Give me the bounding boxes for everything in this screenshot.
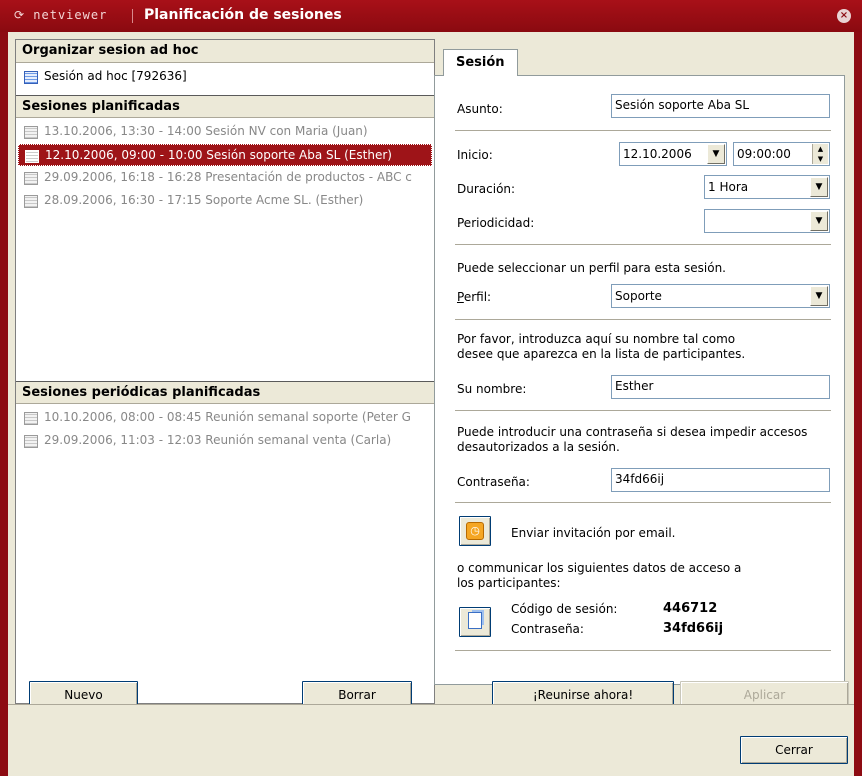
name-label: Su nombre: <box>457 382 527 396</box>
start-date-value: 12.10.2006 <box>623 147 692 161</box>
start-time-spinner[interactable]: 09:00:00 ▲ ▼ <box>733 142 830 166</box>
profile-label-rest: erfil: <box>463 290 492 304</box>
divider <box>455 244 831 245</box>
calendar-icon <box>24 412 38 425</box>
chevron-down-icon[interactable]: ▼ <box>810 211 828 231</box>
planned-session-label: 28.09.2006, 16:30 - 17:15 Soporte Acme S… <box>44 193 364 207</box>
password-hint-line1: Puede introducir una contraseña si desea… <box>457 425 808 439</box>
close-button[interactable]: Cerrar <box>740 736 848 764</box>
communicate-line2: los participantes: <box>457 576 561 590</box>
adhoc-session-item[interactable]: Sesión ad hoc [792636] <box>18 66 432 88</box>
profile-value: Soporte <box>615 289 662 303</box>
window-title: Planificación de sesiones <box>144 7 342 23</box>
duration-select[interactable]: 1 Hora ▼ <box>704 175 830 199</box>
profile-label: Perfil: <box>457 290 491 304</box>
calendar-icon <box>24 435 38 448</box>
planned-header: Sesiones planificadas <box>16 95 434 118</box>
duration-value: 1 Hora <box>708 180 749 194</box>
session-code-value: 446712 <box>663 601 718 616</box>
profile-label-mnemonic: P <box>457 290 464 304</box>
periodic-session-item[interactable]: 10.10.2006, 08:00 - 08:45 Reunión semana… <box>18 407 432 429</box>
periodic-session-label: 10.10.2006, 08:00 - 08:45 Reunión semana… <box>44 410 411 424</box>
name-field[interactable]: Esther <box>611 375 830 399</box>
adhoc-header: Organizar sesion ad hoc <box>16 40 434 63</box>
profile-select[interactable]: Soporte ▼ <box>611 284 830 308</box>
subject-field[interactable]: Sesión soporte Aba SL <box>611 94 830 118</box>
name-hint-line2: desee que aparezca en la lista de partic… <box>457 347 746 361</box>
copy-access-data-button[interactable] <box>459 607 491 637</box>
title-bar[interactable]: ⟳ netviewer Planificación de sesiones × <box>0 0 862 32</box>
calendar-icon <box>24 126 38 139</box>
divider <box>455 130 831 131</box>
chevron-down-icon[interactable]: ▼ <box>810 177 828 197</box>
planned-session-item[interactable]: 13.10.2006, 13:30 - 14:00 Sesión NV con … <box>18 121 432 143</box>
email-invite-label: Enviar invitación por email. <box>511 526 676 540</box>
tab-session[interactable]: Sesión <box>443 49 518 76</box>
periodic-session-item[interactable]: 29.09.2006, 11:03 - 12:03 Reunión semana… <box>18 430 432 452</box>
footer-bar <box>8 705 854 776</box>
planned-session-label: 29.09.2006, 16:18 - 16:28 Presentación d… <box>44 170 412 184</box>
periodic-session-label: 29.09.2006, 11:03 - 12:03 Reunión semana… <box>44 433 392 447</box>
chevron-down-icon[interactable]: ▼ <box>707 144 725 164</box>
profile-hint: Puede seleccionar un perfil para esta se… <box>457 261 726 275</box>
periodic-header: Sesiones periódicas planificadas <box>16 381 434 404</box>
sessions-panel: Organizar sesion ad hoc Sesión ad hoc [7… <box>15 39 435 704</box>
communicate-line1: o communicar los siguientes datos de acc… <box>457 561 742 575</box>
divider <box>455 410 831 411</box>
adhoc-session-label: Sesión ad hoc [792636] <box>44 69 187 83</box>
chevron-down-icon[interactable]: ▼ <box>810 286 828 306</box>
session-code-label: Código de sesión: <box>511 602 618 616</box>
start-label: Inicio: <box>457 148 493 162</box>
spin-up-icon[interactable]: ▲ <box>812 144 828 154</box>
planned-session-label: 13.10.2006, 13:30 - 14:00 Sesión NV con … <box>44 124 368 138</box>
session-password-value: 34fd66ij <box>663 621 724 636</box>
dialog-window: ⟳ netviewer Planificación de sesiones × … <box>0 0 862 776</box>
start-time-value: 09:00:00 <box>737 147 791 161</box>
calendar-icon <box>24 195 38 208</box>
copy-icon <box>468 612 482 629</box>
netviewer-logo: ⟳ netviewer <box>14 8 108 22</box>
planned-session-item-selected[interactable]: 12.10.2006, 09:00 - 10:00 Sesión soporte… <box>18 144 432 166</box>
recurrence-label: Periodicidad: <box>457 216 535 230</box>
calendar-icon <box>24 71 38 84</box>
start-date-picker[interactable]: 12.10.2006 ▼ <box>619 142 727 166</box>
spin-down-icon[interactable]: ▼ <box>812 154 828 164</box>
name-hint-line1: Por favor, introduzca aquí su nombre tal… <box>457 332 736 346</box>
clock-icon: ◷ <box>466 522 484 540</box>
planned-session-item[interactable]: 29.09.2006, 16:18 - 16:28 Presentación d… <box>18 167 432 189</box>
calendar-icon <box>24 172 38 185</box>
session-password-label: Contraseña: <box>511 622 584 636</box>
password-label: Contraseña: <box>457 475 530 489</box>
planned-session-label: 12.10.2006, 09:00 - 10:00 Sesión soporte… <box>45 148 392 162</box>
divider <box>455 319 831 320</box>
divider <box>455 650 831 651</box>
password-hint-line2: desautorizados a la sesión. <box>457 440 620 454</box>
calendar-icon <box>25 150 39 163</box>
duration-label: Duración: <box>457 182 516 196</box>
close-icon[interactable]: × <box>837 9 851 23</box>
frame-right <box>854 32 862 776</box>
planned-session-item[interactable]: 28.09.2006, 16:30 - 17:15 Soporte Acme S… <box>18 190 432 212</box>
subject-label: Asunto: <box>457 102 503 116</box>
frame-left <box>0 32 8 776</box>
recurrence-select[interactable]: ▼ <box>704 209 830 233</box>
password-field[interactable]: 34fd66ij <box>611 468 830 492</box>
dialog-content: Organizar sesion ad hoc Sesión ad hoc [7… <box>8 32 854 776</box>
divider <box>455 502 831 503</box>
title-separator <box>132 9 133 23</box>
email-invite-button[interactable]: ◷ <box>459 516 491 546</box>
